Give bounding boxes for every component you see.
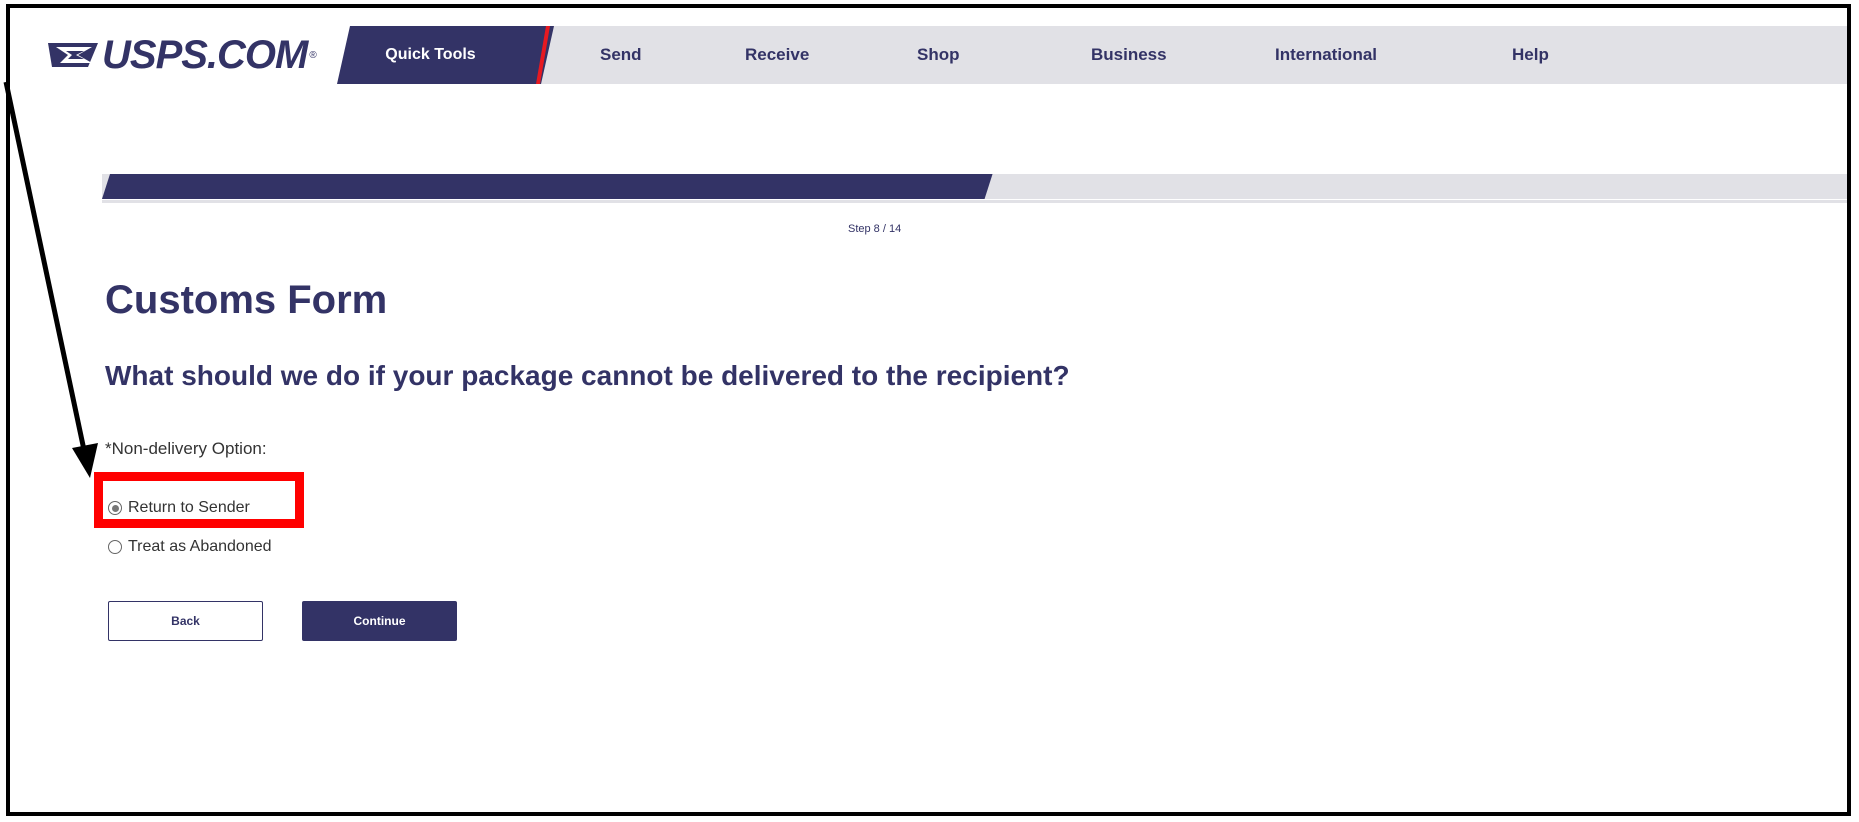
- nav-send[interactable]: Send: [600, 26, 642, 84]
- non-delivery-question: What should we do if your package cannot…: [105, 360, 1070, 391]
- registered-mark: ®: [309, 49, 317, 61]
- nav-international-label: International: [1275, 45, 1378, 64]
- back-button[interactable]: Back: [108, 601, 263, 641]
- nav-receive-label: Receive: [745, 45, 810, 64]
- progress-bar-underline: [102, 200, 1847, 203]
- nav-help-label: Help: [1512, 45, 1549, 64]
- nav-send-label: Send: [600, 45, 642, 64]
- nav-quick-tools-label: Quick Tools: [385, 46, 476, 63]
- radio-button-unselected[interactable]: [108, 540, 122, 554]
- nav-international[interactable]: International: [1275, 26, 1377, 84]
- continue-button-label: Continue: [353, 614, 406, 628]
- progress-bar: [102, 174, 1847, 199]
- back-button-label: Back: [171, 614, 200, 628]
- usps-logo[interactable]: USPS.COM ®: [10, 26, 350, 84]
- top-navigation: USPS.COM ® Quick Tools Send Receive Shop…: [10, 26, 1847, 84]
- nav-shop[interactable]: Shop: [917, 26, 960, 84]
- logo-text: USPS.COM: [102, 32, 308, 77]
- page-title: Customs Form: [105, 278, 388, 322]
- radio-treat-as-abandoned-label: Treat as Abandoned: [128, 538, 272, 555]
- nav-help[interactable]: Help: [1512, 26, 1549, 84]
- non-delivery-option-label: *Non-delivery Option:: [105, 439, 267, 458]
- step-indicator: Step 8 / 14: [848, 223, 902, 235]
- nav-business[interactable]: Business: [1091, 26, 1167, 84]
- progress-bar-fill: [102, 174, 993, 199]
- annotation-highlight-box: [94, 472, 304, 528]
- continue-button[interactable]: Continue: [302, 601, 457, 641]
- eagle-logo-icon: [48, 43, 98, 67]
- screenshot-frame: USPS.COM ® Quick Tools Send Receive Shop…: [6, 4, 1851, 816]
- nav-business-label: Business: [1091, 45, 1167, 64]
- nav-quick-tools[interactable]: Quick Tools: [337, 26, 554, 84]
- nav-shop-label: Shop: [917, 45, 960, 64]
- nav-receive[interactable]: Receive: [745, 26, 809, 84]
- radio-treat-as-abandoned[interactable]: Treat as Abandoned: [108, 538, 272, 556]
